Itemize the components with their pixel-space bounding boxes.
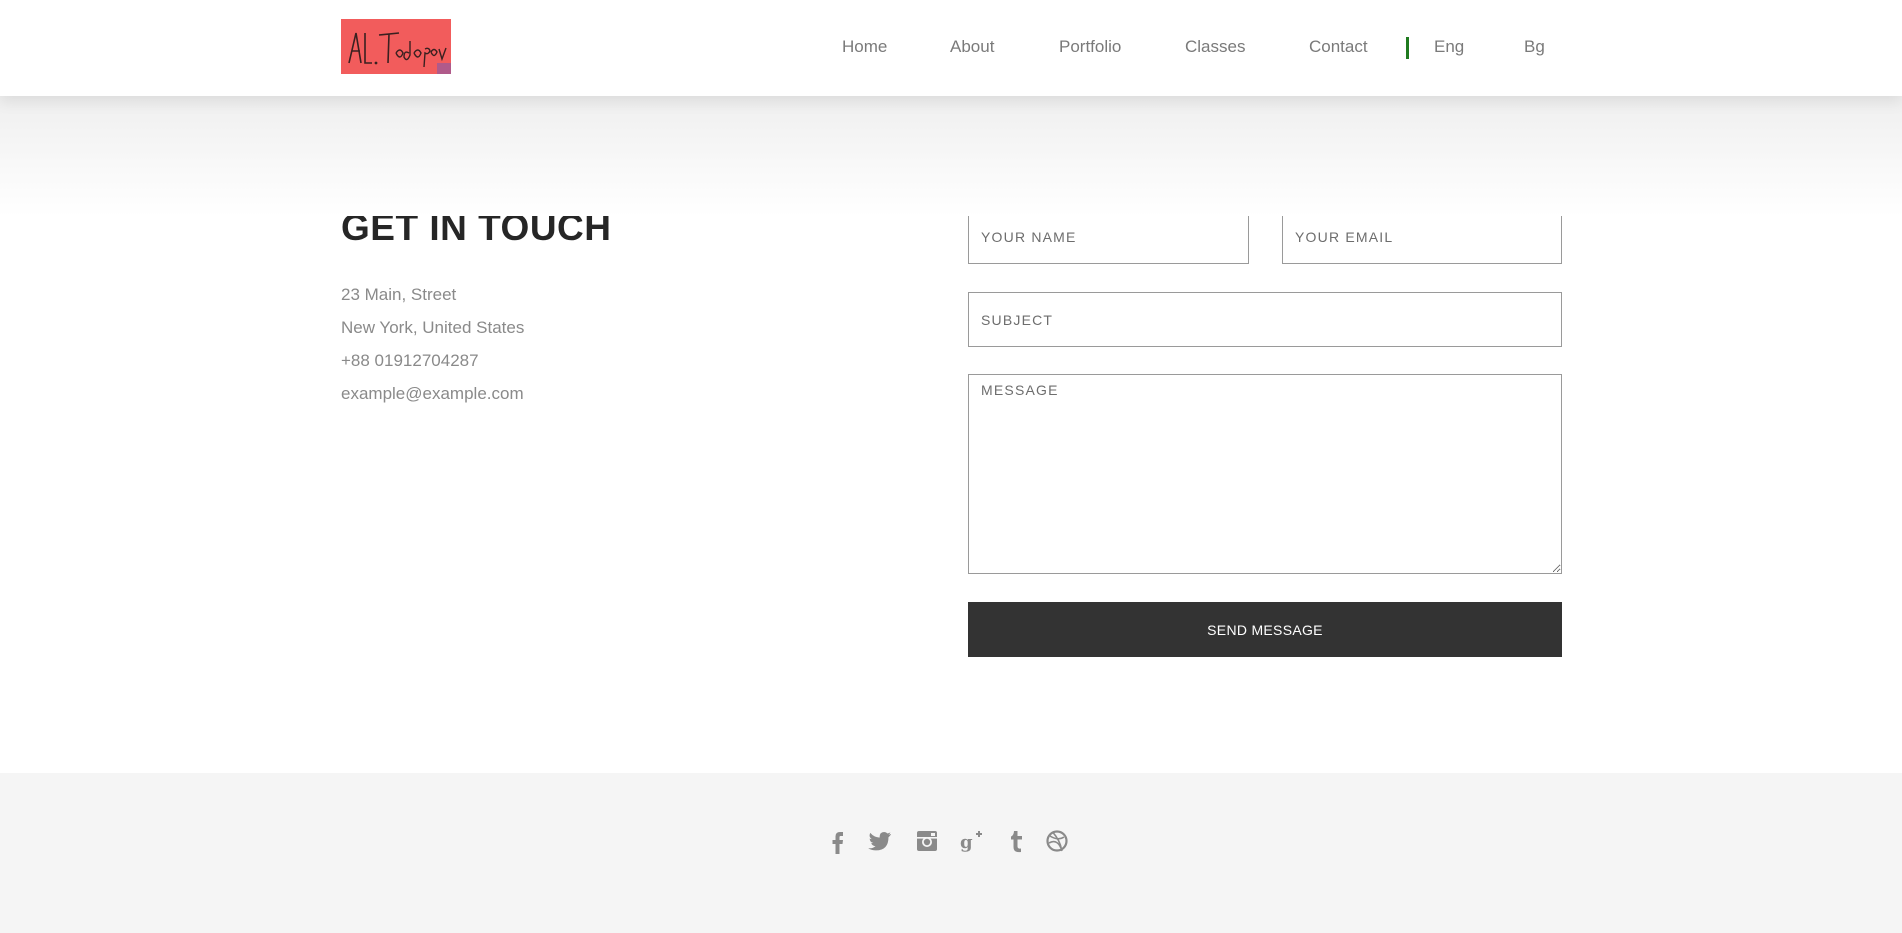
instagram-icon[interactable] [914,828,940,854]
address-line-2: New York, United States [341,318,525,337]
facebook-icon[interactable] [825,828,851,854]
nav-portfolio[interactable]: Portfolio [1059,37,1121,59]
nav-lang-eng[interactable]: Eng [1434,37,1464,59]
main-nav: Home About Portfolio Classes Contact Eng… [0,0,1902,96]
dribbble-icon[interactable] [1044,828,1070,854]
nav-classes[interactable]: Classes [1185,37,1245,59]
message-textarea[interactable] [968,374,1562,574]
address-line-1: 23 Main, Street [341,285,457,304]
send-message-button[interactable]: SEND MESSAGE [968,602,1562,657]
phone-number: +88 01912704287 [341,351,479,370]
nav-contact[interactable]: Contact [1309,37,1368,59]
site-header: Home About Portfolio Classes Contact Eng… [0,0,1902,96]
tumblr-icon[interactable] [1004,828,1030,854]
name-input[interactable] [968,209,1249,264]
email-address: example@example.com [341,384,524,403]
site-footer [0,773,1902,933]
google-plus-icon[interactable]: g [959,828,985,854]
email-input[interactable] [1282,209,1562,264]
svg-text:g: g [960,832,973,853]
nav-language-separator [1406,37,1409,59]
nav-about[interactable]: About [950,37,994,59]
subject-input[interactable] [968,292,1562,347]
twitter-icon[interactable] [867,828,893,854]
nav-lang-bg[interactable]: Bg [1524,37,1545,59]
header-shadow [0,96,1902,216]
nav-home[interactable]: Home [842,37,887,59]
